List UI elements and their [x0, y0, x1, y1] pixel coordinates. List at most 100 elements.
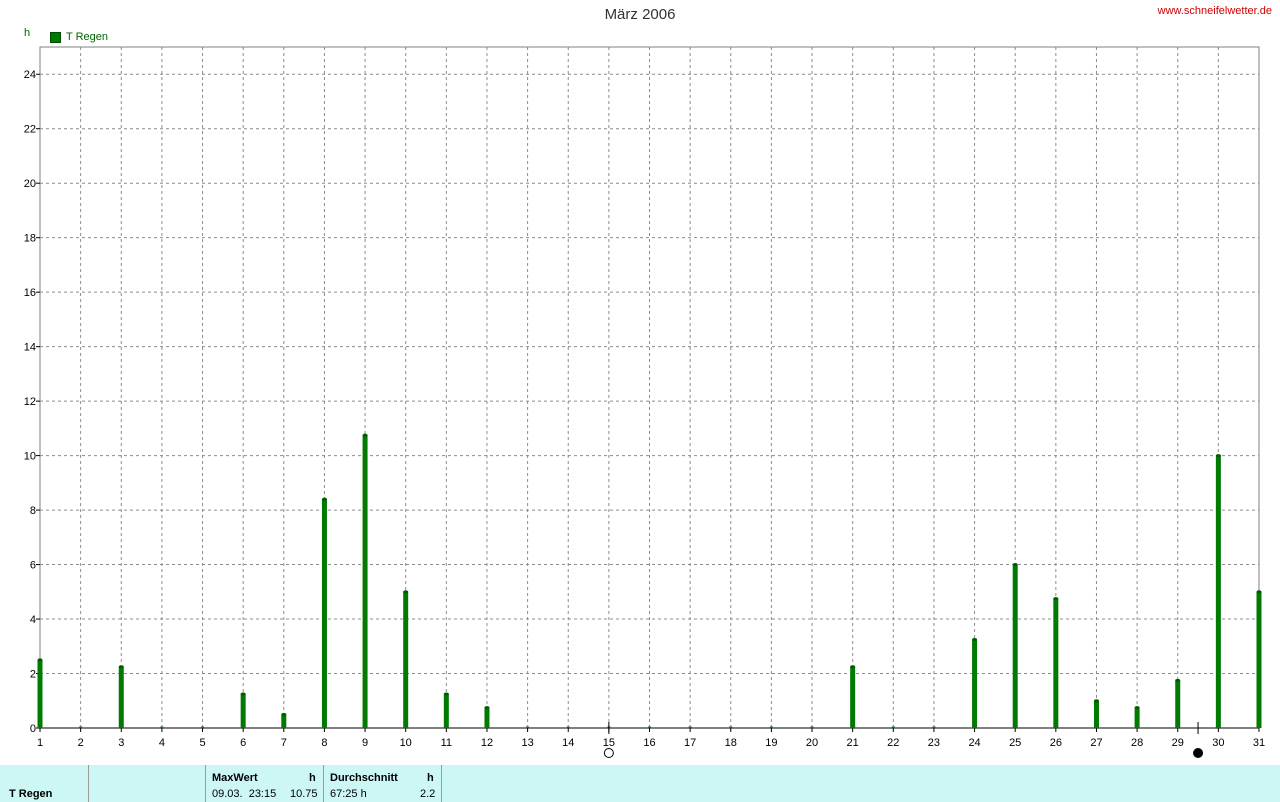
bar-zero — [648, 726, 651, 728]
x-tick-label: 10 — [400, 737, 412, 749]
y-tick-label: 4 — [30, 614, 36, 626]
bar — [281, 714, 287, 728]
bar-zero — [688, 726, 692, 728]
x-tick-label: 11 — [441, 737, 452, 749]
bar-cap — [281, 712, 287, 716]
bar — [1012, 564, 1018, 728]
x-tick-label: 13 — [521, 737, 533, 749]
bar-cap — [484, 706, 490, 710]
bar — [362, 435, 368, 728]
summary-empty-cell — [89, 765, 206, 802]
y-tick-label: 2 — [30, 669, 36, 681]
y-tick-label: 16 — [24, 287, 36, 299]
x-tick-label: 27 — [1090, 737, 1102, 749]
x-tick-label: 3 — [118, 737, 124, 749]
bar-zero — [729, 726, 733, 728]
bar — [972, 639, 978, 728]
x-tick-label: 9 — [362, 737, 368, 749]
x-tick-label: 8 — [321, 737, 327, 749]
y-tick-label: 22 — [24, 124, 36, 136]
bar-zero — [79, 726, 83, 728]
summary-bar: T Regen MaxWert h 09.03. 23:15 10.75 Dur… — [0, 765, 1280, 802]
x-tick-label: 16 — [643, 737, 655, 749]
avg-total: 67:25 h — [330, 788, 367, 800]
avg-value: 2.2 — [420, 788, 436, 800]
x-tick-label: 25 — [1009, 737, 1021, 749]
bar-cap — [972, 637, 978, 641]
bar — [403, 591, 409, 728]
y-tick-label: 14 — [24, 342, 36, 354]
x-tick-label: 31 — [1253, 737, 1265, 749]
x-tick-label: 21 — [847, 737, 859, 749]
max-unit: h — [309, 772, 316, 784]
bar-cap — [118, 665, 124, 669]
bar-zero — [810, 726, 814, 728]
y-tick-label: 0 — [30, 723, 36, 735]
bar-zero — [160, 726, 164, 728]
x-tick-label: 24 — [968, 737, 980, 749]
x-tick-label: 26 — [1050, 737, 1062, 749]
x-tick-label: 19 — [765, 737, 777, 749]
summary-name-cell: T Regen — [0, 765, 89, 802]
max-value: 10.75 — [290, 788, 318, 800]
bar-cap — [1093, 699, 1099, 703]
x-tick-label: 1 — [37, 737, 43, 749]
x-tick-label: 14 — [562, 737, 574, 749]
y-tick-label: 24 — [24, 69, 36, 81]
bar-zero — [201, 726, 205, 728]
bar-cap — [1134, 706, 1140, 710]
bar-cap — [1215, 454, 1221, 458]
bar-cap — [37, 658, 43, 662]
bar-cap — [443, 692, 449, 696]
x-tick-label: 4 — [159, 737, 165, 749]
bar-cap — [321, 497, 327, 501]
x-tick-label: 17 — [684, 737, 696, 749]
summary-max-cell: MaxWert h 09.03. 23:15 10.75 — [206, 765, 324, 802]
bar — [1134, 707, 1140, 728]
chart-plot: 0246810121416182022241 2 3 4 5 6 7 8 9 10 11 12 13 14… — [24, 46, 1265, 758]
x-tick-label: 15 — [603, 737, 615, 749]
x-tick-label: 2 — [78, 737, 84, 749]
x-tick-label: 12 — [481, 737, 493, 749]
x-tick-label: 30 — [1212, 737, 1224, 749]
y-tick-label: 8 — [30, 505, 36, 517]
bar-cap — [240, 692, 246, 696]
x-tick-label: 6 — [240, 737, 246, 749]
bar-cap — [1256, 590, 1262, 594]
bar-cap — [362, 433, 368, 437]
y-tick-label: 20 — [24, 178, 36, 190]
x-tick-label: 29 — [1172, 737, 1184, 749]
y-tick-label: 10 — [24, 451, 36, 463]
avg-header: Durchschnitt — [330, 772, 398, 784]
new-moon-icon — [1193, 748, 1204, 758]
bar-cap — [850, 665, 856, 669]
y-tick-label: 18 — [24, 233, 36, 245]
bar-zero — [566, 726, 570, 728]
y-tick-label: 12 — [24, 396, 36, 408]
bar — [240, 693, 246, 728]
x-tick-label: 18 — [725, 737, 737, 749]
bar-cap — [1175, 678, 1181, 682]
bar-zero — [769, 726, 773, 728]
max-date: 09.03. 23:15 — [212, 788, 277, 800]
bar-cap — [1053, 597, 1059, 601]
bar — [1175, 680, 1181, 728]
bar-cap — [1012, 563, 1018, 567]
bar — [484, 707, 490, 728]
x-tick-label: 28 — [1131, 737, 1143, 749]
x-tick-label: 23 — [928, 737, 940, 749]
x-tick-label: 5 — [199, 737, 205, 749]
bar-cap — [403, 590, 409, 594]
bar-zero — [891, 726, 895, 728]
bar — [1256, 591, 1262, 728]
summary-series-label: T Regen — [9, 788, 53, 800]
bar — [1093, 700, 1099, 728]
bar — [321, 499, 327, 728]
full-moon-icon — [603, 748, 614, 758]
bar — [37, 659, 43, 728]
x-tick-label: 22 — [887, 737, 899, 749]
y-tick-label: 6 — [30, 560, 36, 572]
max-header: MaxWert — [212, 772, 258, 784]
bar-zero — [932, 726, 936, 728]
avg-unit: h — [427, 772, 434, 784]
